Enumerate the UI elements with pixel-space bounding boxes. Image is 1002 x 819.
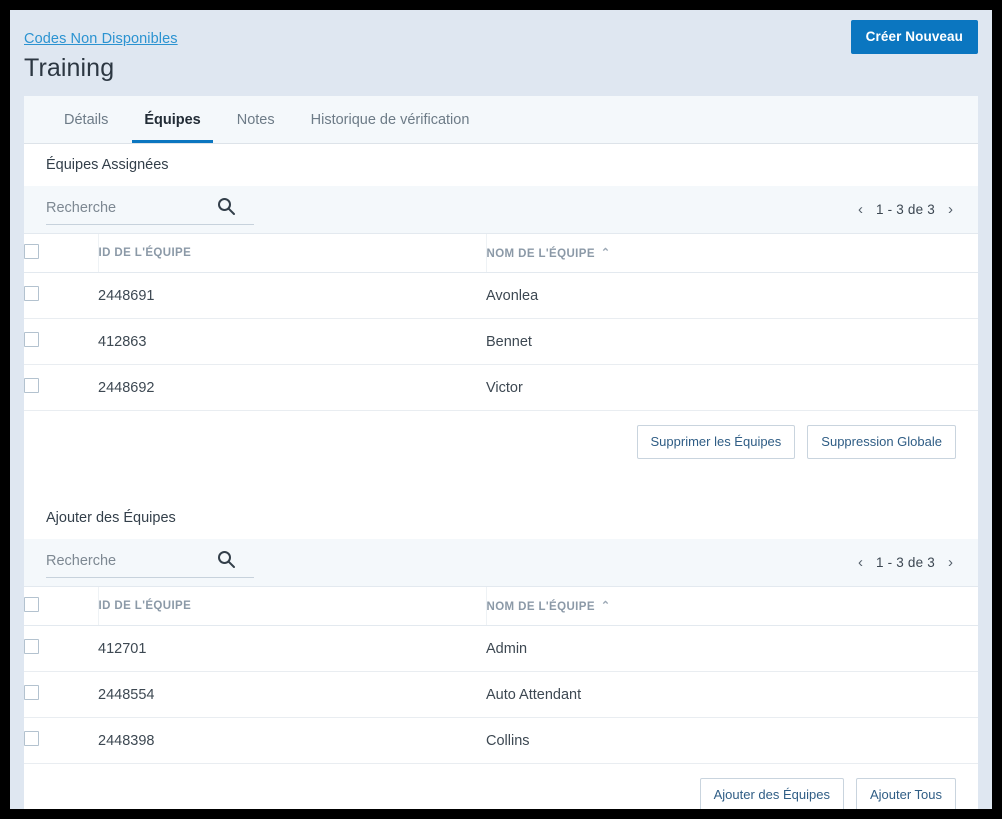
add-row-team-name: Auto Attendant: [486, 671, 978, 718]
assigned-teams-toolbar: ‹ 1 - 3 de 3 ›: [24, 186, 978, 234]
add-pagination-next[interactable]: ›: [945, 553, 956, 572]
assigned-table-header-row: ID DE L'ÉQUIPE NOM DE L'ÉQUIPE ⌃: [24, 234, 978, 273]
add-row-team-id: 2448554: [98, 671, 486, 718]
add-col-team-id[interactable]: ID DE L'ÉQUIPE: [98, 587, 487, 626]
add-pagination-label: 1 - 3 de 3: [875, 555, 935, 570]
add-row-checkbox-cell: [24, 717, 98, 764]
search-icon[interactable]: [216, 196, 236, 216]
assigned-row-checkbox-cell: [24, 318, 98, 365]
assigned-row-team-id: 2448692: [98, 364, 486, 411]
add-teams-button[interactable]: Ajouter des Équipes: [699, 778, 844, 809]
assigned-select-all-header: [24, 234, 99, 273]
add-row-team-name: Collins: [486, 717, 978, 764]
add-select-all-checkbox[interactable]: [24, 597, 39, 612]
search-icon[interactable]: [216, 549, 236, 569]
add-row-checkbox-cell: [24, 671, 98, 718]
assigned-row-team-id: 412863: [98, 318, 486, 365]
add-teams-section-title: Ajouter des Équipes: [24, 497, 978, 539]
tab-equipes[interactable]: Équipes: [126, 96, 218, 143]
add-col-team-name-label: NOM DE L'ÉQUIPE: [486, 600, 595, 613]
add-row-team-id: 412701: [98, 625, 486, 672]
add-teams-actions: Ajouter des Équipes Ajouter Tous: [24, 764, 978, 809]
add-row-checkbox-cell: [24, 625, 98, 672]
add-pagination-prev[interactable]: ‹: [855, 553, 866, 572]
tab-notes[interactable]: Notes: [219, 96, 293, 143]
sort-ascending-caret-icon: ⌃: [600, 599, 611, 612]
add-search-input[interactable]: [46, 553, 206, 571]
assigned-teams-actions: Supprimer les Équipes Suppression Global…: [24, 411, 978, 475]
table-row[interactable]: 412701 Admin: [24, 625, 978, 672]
create-new-button[interactable]: Créer Nouveau: [850, 20, 978, 54]
row-checkbox[interactable]: [24, 639, 39, 654]
assigned-teams-section-title: Équipes Assignées: [24, 144, 978, 186]
assigned-row-team-name: Avonlea: [486, 272, 978, 319]
assigned-pagination-prev[interactable]: ‹: [855, 200, 866, 219]
breadcrumb-link[interactable]: Codes Non Disponibles: [24, 31, 178, 47]
add-row-team-id: 2448398: [98, 717, 486, 764]
assigned-search-wrapper: [46, 194, 254, 225]
table-row[interactable]: 412863 Bennet: [24, 318, 978, 365]
tab-bar: Détails Équipes Notes Historique de véri…: [24, 96, 978, 144]
table-row[interactable]: 2448554 Auto Attendant: [24, 671, 978, 718]
page-header: Codes Non Disponibles Training Créer Nou…: [10, 10, 992, 96]
assigned-row-checkbox-cell: [24, 272, 98, 319]
add-select-all-header: [24, 587, 99, 626]
add-table-header-row: ID DE L'ÉQUIPE NOM DE L'ÉQUIPE ⌃: [24, 587, 978, 626]
assigned-row-checkbox-cell: [24, 364, 98, 411]
assigned-col-team-id[interactable]: ID DE L'ÉQUIPE: [98, 234, 487, 273]
assigned-select-all-checkbox[interactable]: [24, 244, 39, 259]
assigned-search-input[interactable]: [46, 200, 206, 218]
table-row[interactable]: 2448692 Victor: [24, 364, 978, 411]
tab-details[interactable]: Détails: [46, 96, 126, 143]
assigned-col-team-name[interactable]: NOM DE L'ÉQUIPE ⌃: [486, 234, 978, 273]
row-checkbox[interactable]: [24, 332, 39, 347]
assigned-row-team-name: Bennet: [486, 318, 978, 365]
add-row-team-name: Admin: [486, 625, 978, 672]
content-card: Détails Équipes Notes Historique de véri…: [24, 96, 978, 809]
sort-ascending-caret-icon: ⌃: [600, 246, 611, 259]
row-checkbox[interactable]: [24, 286, 39, 301]
assigned-col-team-name-label: NOM DE L'ÉQUIPE: [486, 247, 595, 260]
add-teams-toolbar: ‹ 1 - 3 de 3 ›: [24, 539, 978, 587]
add-pagination: ‹ 1 - 3 de 3 ›: [855, 553, 956, 572]
application-page: Codes Non Disponibles Training Créer Nou…: [10, 10, 992, 809]
assigned-row-team-name: Victor: [486, 364, 978, 411]
row-checkbox[interactable]: [24, 378, 39, 393]
assigned-teams-table: ID DE L'ÉQUIPE NOM DE L'ÉQUIPE ⌃ 2448691 …: [24, 234, 978, 411]
page-title: Training: [24, 54, 115, 82]
add-col-team-name[interactable]: NOM DE L'ÉQUIPE ⌃: [486, 587, 978, 626]
section-spacer: [24, 475, 978, 497]
row-checkbox[interactable]: [24, 731, 39, 746]
add-all-teams-button[interactable]: Ajouter Tous: [855, 778, 956, 809]
add-search-wrapper: [46, 547, 254, 578]
table-row[interactable]: 2448398 Collins: [24, 717, 978, 764]
table-row[interactable]: 2448691 Avonlea: [24, 272, 978, 319]
tab-historique-verification[interactable]: Historique de vérification: [293, 96, 488, 143]
assigned-pagination-label: 1 - 3 de 3: [875, 202, 935, 217]
assigned-pagination: ‹ 1 - 3 de 3 ›: [855, 200, 956, 219]
assigned-pagination-next[interactable]: ›: [945, 200, 956, 219]
assigned-row-team-id: 2448691: [98, 272, 486, 319]
remove-all-teams-button[interactable]: Suppression Globale: [807, 425, 956, 459]
row-checkbox[interactable]: [24, 685, 39, 700]
remove-teams-button[interactable]: Supprimer les Équipes: [636, 425, 796, 459]
screenshot-frame: Codes Non Disponibles Training Créer Nou…: [0, 0, 1002, 819]
add-teams-table: ID DE L'ÉQUIPE NOM DE L'ÉQUIPE ⌃ 412701 A…: [24, 587, 978, 764]
